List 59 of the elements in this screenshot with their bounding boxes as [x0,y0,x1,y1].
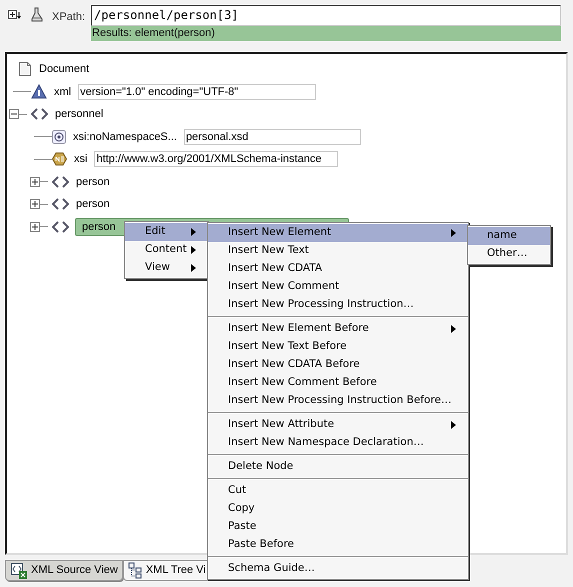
menu-item[interactable]: Insert New CDATA [208,260,468,278]
submenu-arrow-icon [191,228,196,236]
beaker-icon[interactable] [30,7,44,23]
angle-brackets-icon [31,108,48,120]
menu-item[interactable]: Insert New Comment Before [208,374,468,392]
menu-item[interactable]: Paste [208,518,468,536]
at-sign-icon [52,130,66,144]
menu-item[interactable]: Insert New Comment [208,278,468,296]
expand-toggle-icon[interactable] [30,199,40,210]
submenu-arrow-icon [451,229,456,237]
value-field[interactable]: personal.xsd [184,128,361,145]
xpath-field[interactable]: /personnel/person[3] [91,5,562,26]
tree-nodes-icon [128,562,142,579]
expand-all-icon[interactable] [8,10,22,20]
expand-toggle-icon[interactable] [30,222,40,232]
submenu-arrow-icon [451,324,456,332]
info-icon [31,84,47,100]
value-field[interactable]: http://www.w3.org/2001/XMLSchema-instance [94,151,338,168]
menu-item[interactable]: Insert New Processing Instruction… [208,296,468,314]
menu-item[interactable]: Cut [208,478,468,500]
expand-toggle-icon[interactable] [30,176,40,187]
menu-item[interactable]: Insert New Processing Instruction Before… [208,392,468,410]
node-label[interactable]: personnel [54,106,104,122]
menu-item[interactable]: Insert New Text [208,242,468,260]
node-label[interactable]: xml [53,84,72,100]
menu-item[interactable]: Schema Guide… [208,556,468,578]
menu-item[interactable]: Insert New Namespace Declaration… [208,434,468,452]
angle-brackets-icon [52,220,69,233]
expand-toggle-icon[interactable] [9,109,19,120]
menu-item[interactable]: Content [125,241,208,259]
results-text: Results: element(person) [91,26,562,41]
menu-item[interactable]: name [468,227,550,245]
menu-item[interactable]: Other… [468,245,550,263]
menu-item[interactable]: Delete Node [208,454,468,476]
menu-item[interactable]: Insert New Element Before [208,316,468,338]
menu-item[interactable]: Insert New Attribute [208,412,468,434]
menu-item[interactable]: Edit [125,223,208,241]
menu-item[interactable]: Copy [208,500,468,518]
submenu-arrow-icon [451,420,456,428]
view-tab[interactable]: XML Source View [5,560,123,581]
value-field[interactable]: version="1.0" encoding="UTF-8" [78,84,316,100]
menu-item[interactable]: Insert New Element [208,224,468,242]
menu-item[interactable]: Paste Before [208,536,468,554]
node-label[interactable]: person [75,174,111,190]
document-icon [18,61,32,78]
submenu-arrow-icon [191,246,196,254]
node-label[interactable]: xsi [73,151,88,168]
code-file-icon [10,562,27,579]
angle-brackets-icon [52,198,69,210]
node-label[interactable]: person [75,196,111,212]
node-label[interactable]: xsi:noNamespaceS... [72,128,178,145]
angle-brackets-icon [52,176,69,188]
hexagon-icon [52,152,67,166]
menu-item[interactable]: View [125,259,208,277]
xpath-label: XPath: [52,10,86,25]
submenu-arrow-icon [191,264,196,272]
node-label[interactable]: Document [38,61,90,78]
menu-item[interactable]: Insert New Text Before [208,338,468,356]
menu-item[interactable]: Insert New CDATA Before [208,356,468,374]
